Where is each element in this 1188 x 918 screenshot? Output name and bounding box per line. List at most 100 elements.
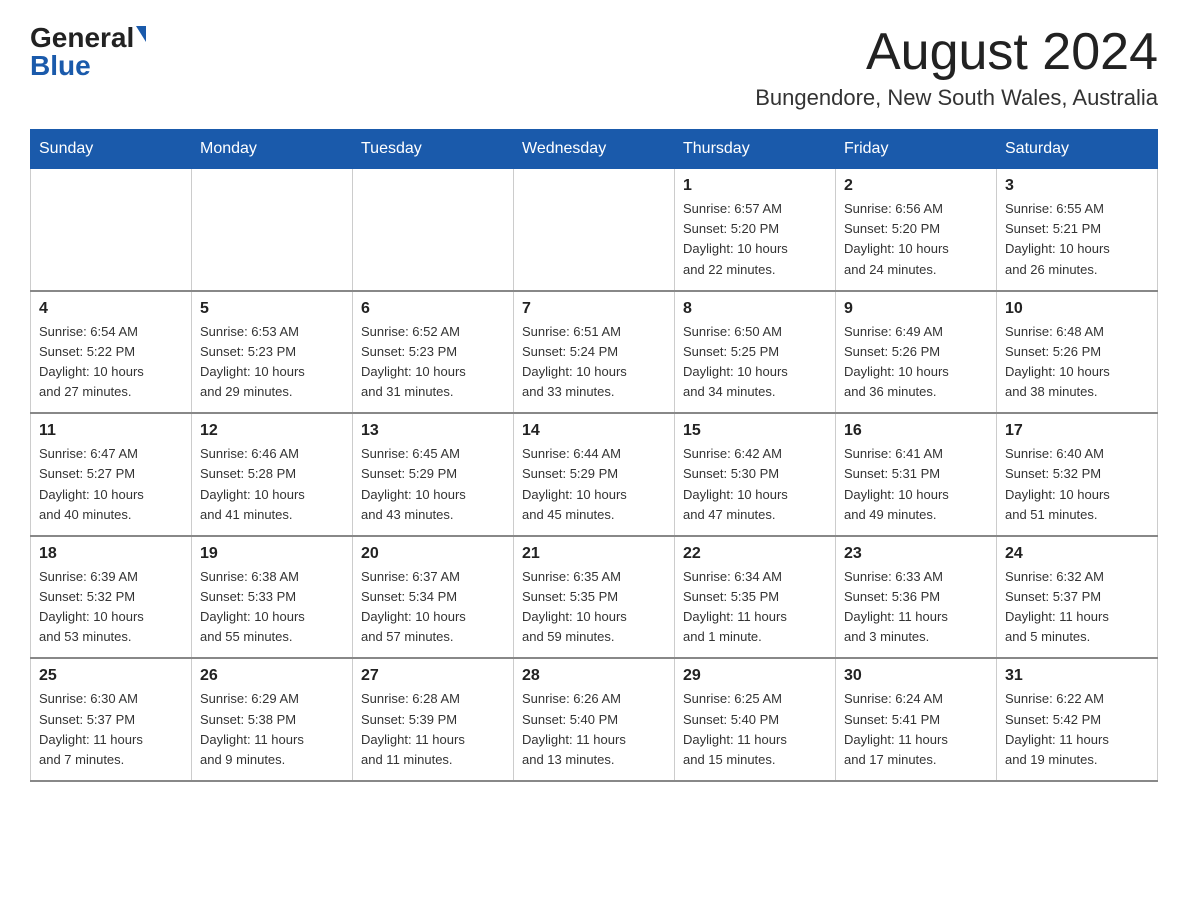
day-info: Sunrise: 6:41 AMSunset: 5:31 PMDaylight:… — [844, 444, 988, 525]
table-row: 10 Sunrise: 6:48 AMSunset: 5:26 PMDayligh… — [997, 291, 1158, 414]
day-info: Sunrise: 6:49 AMSunset: 5:26 PMDaylight:… — [844, 322, 988, 403]
table-row — [31, 169, 192, 291]
day-number: 24 — [1005, 545, 1149, 563]
day-info: Sunrise: 6:26 AMSunset: 5:40 PMDaylight:… — [522, 689, 666, 770]
calendar-header-row: Sunday Monday Tuesday Wednesday Thursday… — [31, 130, 1158, 169]
table-row: 28 Sunrise: 6:26 AMSunset: 5:40 PMDayligh… — [514, 658, 675, 781]
table-row: 11Sunrise: 6:47 AMSunset: 5:27 PMDayligh… — [31, 413, 192, 536]
table-row: 18 Sunrise: 6:39 AMSunset: 5:32 PMDayligh… — [31, 536, 192, 659]
page-header: General Blue August 2024 Bungendore, New… — [30, 24, 1158, 111]
calendar-week-row: 4 Sunrise: 6:54 AMSunset: 5:22 PMDaylight… — [31, 291, 1158, 414]
day-number: 7 — [522, 300, 666, 318]
day-info: Sunrise: 6:44 AMSunset: 5:29 PMDaylight:… — [522, 444, 666, 525]
day-number: 18 — [39, 545, 183, 563]
table-row: 16 Sunrise: 6:41 AMSunset: 5:31 PMDayligh… — [836, 413, 997, 536]
table-row — [353, 169, 514, 291]
logo-blue: Blue — [30, 52, 91, 80]
day-number: 29 — [683, 667, 827, 685]
col-sunday: Sunday — [31, 130, 192, 169]
table-row: 21 Sunrise: 6:35 AMSunset: 5:35 PMDayligh… — [514, 536, 675, 659]
table-row: 2Sunrise: 6:56 AMSunset: 5:20 PMDaylight… — [836, 169, 997, 291]
calendar-week-row: 1 Sunrise: 6:57 AMSunset: 5:20 PMDaylight… — [31, 169, 1158, 291]
day-number: 1 — [683, 177, 827, 195]
day-info: Sunrise: 6:45 AMSunset: 5:29 PMDaylight:… — [361, 444, 505, 525]
day-info: Sunrise: 6:22 AMSunset: 5:42 PMDaylight:… — [1005, 689, 1149, 770]
col-tuesday: Tuesday — [353, 130, 514, 169]
table-row: 24Sunrise: 6:32 AMSunset: 5:37 PMDayligh… — [997, 536, 1158, 659]
table-row: 3 Sunrise: 6:55 AMSunset: 5:21 PMDaylight… — [997, 169, 1158, 291]
day-info: Sunrise: 6:47 AMSunset: 5:27 PMDaylight:… — [39, 444, 183, 525]
day-info: Sunrise: 6:28 AMSunset: 5:39 PMDaylight:… — [361, 689, 505, 770]
day-number: 21 — [522, 545, 666, 563]
day-info: Sunrise: 6:55 AMSunset: 5:21 PMDaylight:… — [1005, 199, 1149, 280]
day-info: Sunrise: 6:39 AMSunset: 5:32 PMDaylight:… — [39, 567, 183, 648]
day-info: Sunrise: 6:38 AMSunset: 5:33 PMDaylight:… — [200, 567, 344, 648]
day-info: Sunrise: 6:34 AMSunset: 5:35 PMDaylight:… — [683, 567, 827, 648]
table-row: 5 Sunrise: 6:53 AMSunset: 5:23 PMDaylight… — [192, 291, 353, 414]
day-number: 23 — [844, 545, 988, 563]
day-info: Sunrise: 6:54 AMSunset: 5:22 PMDaylight:… — [39, 322, 183, 403]
table-row: 8Sunrise: 6:50 AMSunset: 5:25 PMDaylight… — [675, 291, 836, 414]
day-number: 6 — [361, 300, 505, 318]
day-info: Sunrise: 6:48 AMSunset: 5:26 PMDaylight:… — [1005, 322, 1149, 403]
page-title: August 2024 — [755, 24, 1158, 81]
day-number: 16 — [844, 422, 988, 440]
table-row — [192, 169, 353, 291]
day-number: 30 — [844, 667, 988, 685]
table-row: 29 Sunrise: 6:25 AMSunset: 5:40 PMDayligh… — [675, 658, 836, 781]
day-info: Sunrise: 6:40 AMSunset: 5:32 PMDaylight:… — [1005, 444, 1149, 525]
day-number: 19 — [200, 545, 344, 563]
title-block: August 2024 Bungendore, New South Wales,… — [755, 24, 1158, 111]
table-row: 22Sunrise: 6:34 AMSunset: 5:35 PMDayligh… — [675, 536, 836, 659]
table-row: 4 Sunrise: 6:54 AMSunset: 5:22 PMDaylight… — [31, 291, 192, 414]
day-number: 26 — [200, 667, 344, 685]
day-number: 15 — [683, 422, 827, 440]
table-row: 26 Sunrise: 6:29 AMSunset: 5:38 PMDayligh… — [192, 658, 353, 781]
day-info: Sunrise: 6:37 AMSunset: 5:34 PMDaylight:… — [361, 567, 505, 648]
day-number: 28 — [522, 667, 666, 685]
table-row: 1 Sunrise: 6:57 AMSunset: 5:20 PMDaylight… — [675, 169, 836, 291]
day-info: Sunrise: 6:25 AMSunset: 5:40 PMDaylight:… — [683, 689, 827, 770]
logo: General Blue — [30, 24, 146, 80]
table-row: 27 Sunrise: 6:28 AMSunset: 5:39 PMDayligh… — [353, 658, 514, 781]
day-number: 4 — [39, 300, 183, 318]
day-info: Sunrise: 6:57 AMSunset: 5:20 PMDaylight:… — [683, 199, 827, 280]
table-row — [514, 169, 675, 291]
day-info: Sunrise: 6:35 AMSunset: 5:35 PMDaylight:… — [522, 567, 666, 648]
day-info: Sunrise: 6:42 AMSunset: 5:30 PMDaylight:… — [683, 444, 827, 525]
table-row: 15 Sunrise: 6:42 AMSunset: 5:30 PMDayligh… — [675, 413, 836, 536]
day-info: Sunrise: 6:33 AMSunset: 5:36 PMDaylight:… — [844, 567, 988, 648]
calendar-week-row: 18 Sunrise: 6:39 AMSunset: 5:32 PMDayligh… — [31, 536, 1158, 659]
day-number: 27 — [361, 667, 505, 685]
day-number: 25 — [39, 667, 183, 685]
day-info: Sunrise: 6:30 AMSunset: 5:37 PMDaylight:… — [39, 689, 183, 770]
table-row: 12Sunrise: 6:46 AMSunset: 5:28 PMDayligh… — [192, 413, 353, 536]
table-row: 13 Sunrise: 6:45 AMSunset: 5:29 PMDayligh… — [353, 413, 514, 536]
day-info: Sunrise: 6:46 AMSunset: 5:28 PMDaylight:… — [200, 444, 344, 525]
day-number: 10 — [1005, 300, 1149, 318]
table-row: 9Sunrise: 6:49 AMSunset: 5:26 PMDaylight… — [836, 291, 997, 414]
logo-triangle-icon — [136, 26, 146, 42]
calendar-table: Sunday Monday Tuesday Wednesday Thursday… — [30, 129, 1158, 782]
table-row: 25 Sunrise: 6:30 AMSunset: 5:37 PMDayligh… — [31, 658, 192, 781]
calendar-week-row: 11Sunrise: 6:47 AMSunset: 5:27 PMDayligh… — [31, 413, 1158, 536]
day-info: Sunrise: 6:51 AMSunset: 5:24 PMDaylight:… — [522, 322, 666, 403]
table-row: 20Sunrise: 6:37 AMSunset: 5:34 PMDayligh… — [353, 536, 514, 659]
table-row: 23 Sunrise: 6:33 AMSunset: 5:36 PMDayligh… — [836, 536, 997, 659]
day-number: 3 — [1005, 177, 1149, 195]
day-number: 5 — [200, 300, 344, 318]
day-info: Sunrise: 6:56 AMSunset: 5:20 PMDaylight:… — [844, 199, 988, 280]
day-number: 13 — [361, 422, 505, 440]
day-number: 14 — [522, 422, 666, 440]
col-wednesday: Wednesday — [514, 130, 675, 169]
table-row: 17 Sunrise: 6:40 AMSunset: 5:32 PMDayligh… — [997, 413, 1158, 536]
col-saturday: Saturday — [997, 130, 1158, 169]
day-number: 17 — [1005, 422, 1149, 440]
calendar-week-row: 25 Sunrise: 6:30 AMSunset: 5:37 PMDayligh… — [31, 658, 1158, 781]
day-info: Sunrise: 6:53 AMSunset: 5:23 PMDaylight:… — [200, 322, 344, 403]
table-row: 7 Sunrise: 6:51 AMSunset: 5:24 PMDaylight… — [514, 291, 675, 414]
day-info: Sunrise: 6:24 AMSunset: 5:41 PMDaylight:… — [844, 689, 988, 770]
day-info: Sunrise: 6:29 AMSunset: 5:38 PMDaylight:… — [200, 689, 344, 770]
day-info: Sunrise: 6:50 AMSunset: 5:25 PMDaylight:… — [683, 322, 827, 403]
logo-general: General — [30, 24, 134, 52]
